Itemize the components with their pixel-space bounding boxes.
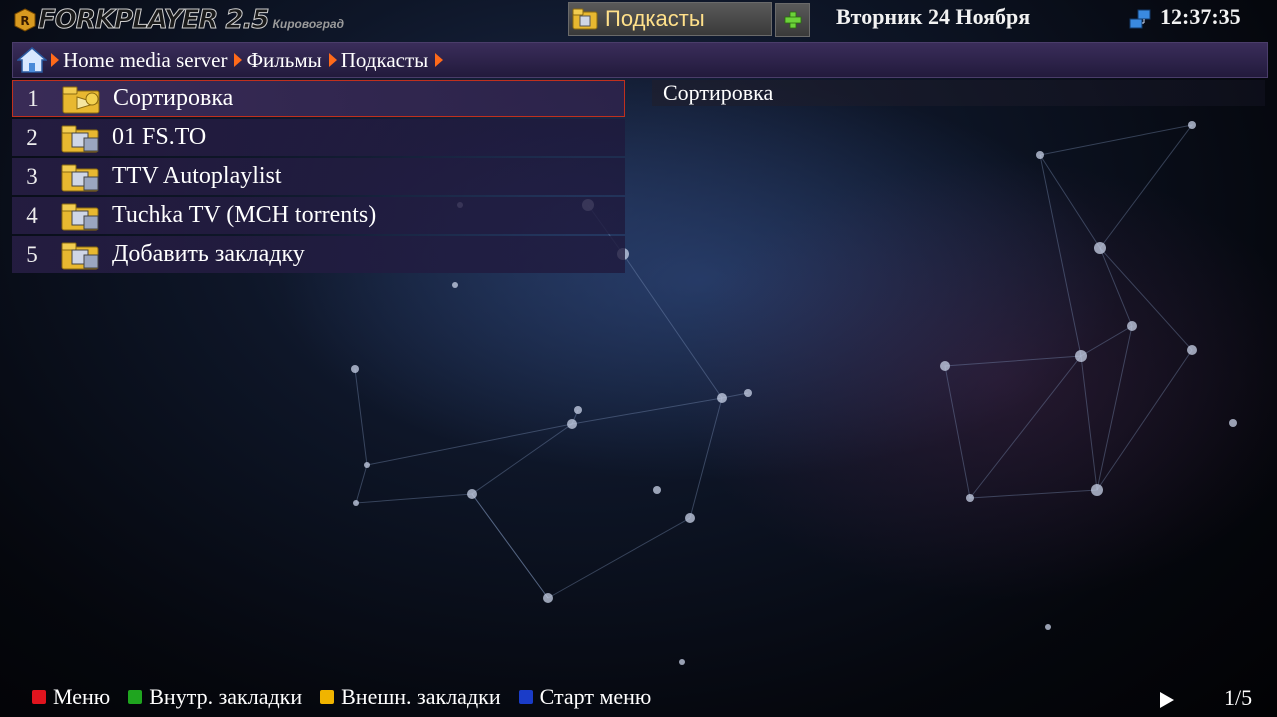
page-counter: 1/5 — [1224, 685, 1253, 710]
item-number: 4 — [26, 202, 38, 228]
item-title: 01 FS.TO — [112, 124, 207, 150]
list-item-add-bookmark[interactable]: 5 Добавить закладку — [12, 236, 625, 273]
item-title: TTV Autoplaylist — [112, 163, 282, 189]
legend-menu[interactable]: Меню — [32, 684, 110, 710]
network-icon — [1129, 9, 1151, 29]
plus-icon — [784, 11, 801, 29]
list-item-tuchka-tv[interactable]: 4 Tuchka TV (MCH torrents) — [12, 197, 625, 234]
current-folder-button[interactable]: Подкасты — [568, 2, 772, 36]
breadcrumb-item-home-media-server[interactable]: Home media server — [63, 48, 227, 73]
item-number: 3 — [26, 163, 38, 189]
button-legend: Меню Внутр. закладки Внешн. закладки Ста… — [32, 684, 669, 710]
folder-icon — [572, 8, 598, 30]
date-display: Вторник 24 Ноября — [836, 4, 1031, 29]
red-key-icon — [32, 690, 46, 704]
menu-list: 1 Сортировка 2 01 FS.TO 3 TTV Autoplayli… — [12, 80, 625, 275]
folder-icon — [61, 125, 99, 152]
list-item-sort[interactable]: 1 Сортировка — [12, 80, 625, 117]
folder-icon — [61, 164, 99, 191]
legend-label: Меню — [53, 684, 111, 709]
green-key-icon — [128, 690, 143, 704]
list-item-ttv-autoplaylist[interactable]: 3 TTV Autoplaylist — [12, 158, 625, 195]
item-title: Tuchka TV (MCH torrents) — [112, 202, 377, 228]
crumb-separator — [435, 53, 444, 67]
legend-label: Старт меню — [539, 684, 652, 709]
svg-text:R: R — [20, 14, 29, 28]
app-name: FORKPLAYER 2.5 — [38, 5, 271, 36]
legend-internal-bookmarks[interactable]: Внутр. закладки — [128, 684, 302, 710]
crumb-separator — [51, 53, 59, 67]
folder-icon — [61, 203, 99, 230]
breadcrumb-item-films[interactable]: Фильмы — [246, 48, 321, 73]
folder-icon — [61, 242, 99, 269]
breadcrumb: Home media server Фильмы Подкасты — [12, 42, 1268, 78]
add-bookmark-button[interactable] — [775, 3, 810, 37]
legend-label: Внутр. закладки — [149, 684, 303, 709]
app-logo: R FORKPLAYER 2.5 Кировоград — [14, 4, 344, 36]
crumb-separator — [328, 53, 337, 67]
sort-folder-icon — [62, 86, 100, 113]
item-title: Добавить закладку — [112, 241, 305, 267]
blue-key-icon — [518, 690, 533, 704]
list-item-fs-to[interactable]: 2 01 FS.TO — [12, 119, 625, 156]
city-label: Кировоград — [272, 17, 344, 31]
current-folder-label: Подкасты — [605, 6, 705, 31]
yellow-key-icon — [320, 690, 335, 704]
item-number: 1 — [27, 85, 39, 111]
crumb-separator — [234, 53, 243, 67]
home-icon[interactable] — [17, 46, 47, 74]
play-icon[interactable] — [1160, 692, 1174, 708]
breadcrumb-item-podcasts[interactable]: Подкасты — [341, 48, 429, 73]
clock: 12:37:35 — [1160, 4, 1241, 29]
info-panel-title: Сортировка — [652, 80, 1265, 106]
legend-external-bookmarks[interactable]: Внешн. закладки — [320, 684, 501, 710]
item-title: Сортировка — [113, 85, 234, 111]
legend-start-menu[interactable]: Старт меню — [518, 684, 652, 710]
forkplayer-badge-icon: R — [14, 8, 36, 32]
item-number: 2 — [26, 124, 38, 150]
item-number: 5 — [26, 241, 38, 267]
legend-label: Внешн. закладки — [341, 684, 501, 709]
